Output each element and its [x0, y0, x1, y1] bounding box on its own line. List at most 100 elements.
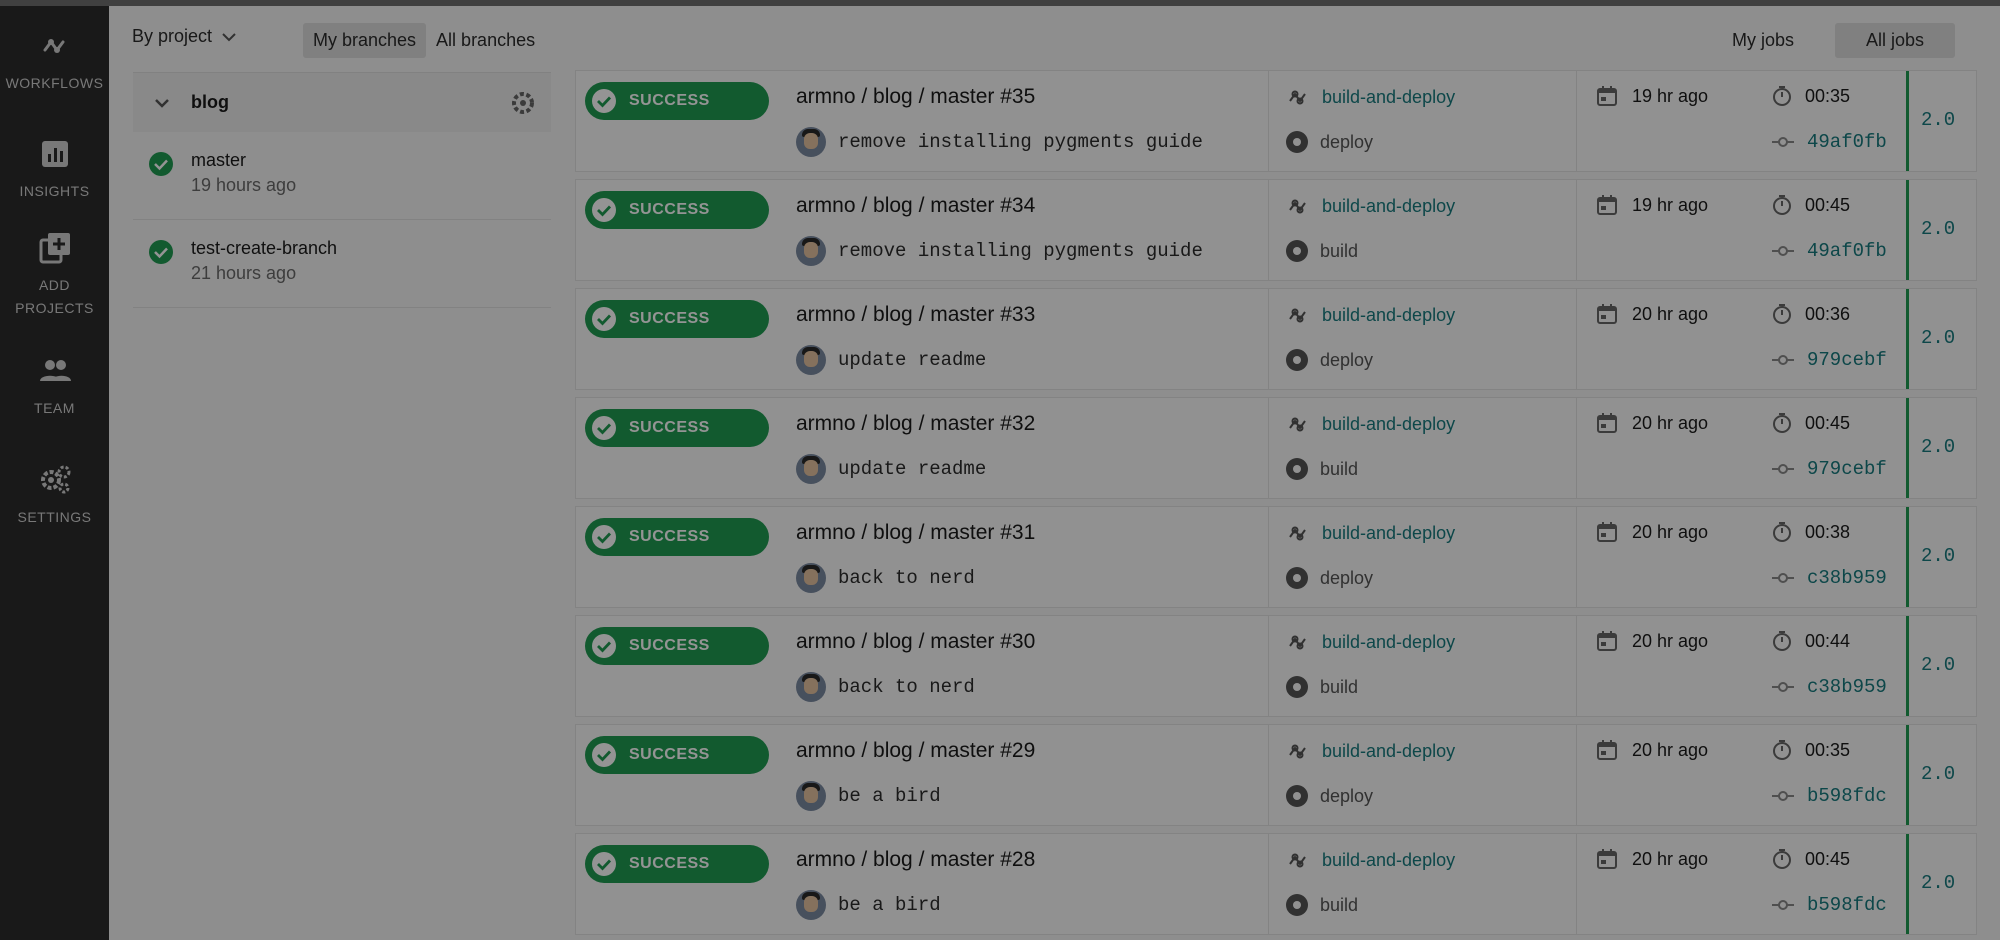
my-jobs-button[interactable]: My jobs — [1701, 23, 1825, 58]
workflow-icon — [1289, 308, 1306, 323]
workflow-link[interactable]: build-and-deploy — [1286, 85, 1455, 109]
commit-sha[interactable]: c38b959 — [1771, 567, 1887, 589]
workflow-link[interactable]: build-and-deploy — [1286, 412, 1455, 436]
all-branches-button[interactable]: All branches — [426, 23, 545, 58]
run-title[interactable]: armno / blog / master #31 — [796, 521, 1035, 545]
nav-item-add-projects[interactable]: ADD PROJECTS — [0, 230, 109, 320]
sha-value[interactable]: b598fdc — [1807, 785, 1887, 807]
run-title[interactable]: armno / blog / master #32 — [796, 412, 1035, 436]
all-jobs-button[interactable]: All jobs — [1834, 23, 1955, 58]
branch-name: master — [191, 150, 247, 170]
project-name: blog — [191, 92, 229, 112]
status-stripe — [1906, 180, 1909, 280]
workflow-run-row[interactable]: SUCCESS armno / blog / master #34 remove… — [575, 179, 1977, 281]
column-divider — [1576, 834, 1577, 934]
workflow-link[interactable]: build-and-deploy — [1286, 194, 1455, 218]
sha-value[interactable]: 49af0fb — [1807, 131, 1887, 153]
nav-item-label: ADD PROJECTS — [15, 277, 94, 316]
commit-sha[interactable]: c38b959 — [1771, 676, 1887, 698]
nav-item-team[interactable]: TEAM — [0, 353, 109, 420]
run-title[interactable]: armno / blog / master #35 — [796, 85, 1035, 109]
workflow-link[interactable]: build-and-deploy — [1286, 739, 1455, 763]
sha-value[interactable]: 979cebf — [1807, 349, 1887, 371]
commit-sha[interactable]: b598fdc — [1771, 785, 1887, 807]
job-info: build — [1286, 676, 1358, 698]
workflow-name[interactable]: build-and-deploy — [1322, 87, 1455, 108]
run-title[interactable]: armno / blog / master #28 — [796, 848, 1035, 872]
status-badge[interactable]: SUCCESS — [585, 736, 769, 774]
project-header[interactable]: blog — [133, 72, 551, 132]
workflow-name[interactable]: build-and-deploy — [1322, 523, 1455, 544]
by-project-dropdown[interactable]: By project — [132, 26, 238, 47]
workflow-name[interactable]: build-and-deploy — [1322, 414, 1455, 435]
workflow-icon — [1289, 199, 1306, 214]
workflow-name[interactable]: build-and-deploy — [1322, 305, 1455, 326]
commit-sha[interactable]: 49af0fb — [1771, 240, 1887, 262]
sha-value[interactable]: c38b959 — [1807, 567, 1887, 589]
workflow-link[interactable]: build-and-deploy — [1286, 521, 1455, 545]
commit-icon — [1772, 355, 1794, 365]
status-badge[interactable]: SUCCESS — [585, 627, 769, 665]
avatar — [796, 890, 826, 920]
workflow-icon — [1289, 853, 1306, 868]
commit-info: remove installing pygments guide — [796, 236, 1203, 266]
duration-value: 00:36 — [1805, 303, 1851, 324]
chevron-down-icon[interactable] — [153, 94, 171, 112]
workflow-name[interactable]: build-and-deploy — [1322, 632, 1455, 653]
workflow-link[interactable]: build-and-deploy — [1286, 848, 1455, 872]
workflow-name[interactable]: build-and-deploy — [1322, 850, 1455, 871]
nav-item-insights[interactable]: INSIGHTS — [0, 136, 109, 203]
workflow-run-row[interactable]: SUCCESS armno / blog / master #31 back t… — [575, 506, 1977, 608]
run-title[interactable]: armno / blog / master #29 — [796, 739, 1035, 763]
run-time-ago: 20 hr ago — [1632, 412, 1709, 433]
status-badge[interactable]: SUCCESS — [585, 845, 769, 883]
commit-sha[interactable]: b598fdc — [1771, 894, 1887, 916]
workflow-link[interactable]: build-and-deploy — [1286, 303, 1455, 327]
workflow-link[interactable]: build-and-deploy — [1286, 630, 1455, 654]
sha-value[interactable]: 49af0fb — [1807, 240, 1887, 262]
nav-item-settings[interactable]: SETTINGS — [0, 462, 109, 529]
workflow-run-row[interactable]: SUCCESS armno / blog / master #33 update… — [575, 288, 1977, 390]
workflow-run-row[interactable]: SUCCESS armno / blog / master #28 be a b… — [575, 833, 1977, 935]
branch-item-test-create-branch[interactable]: test-create-branch 21 hours ago — [133, 220, 551, 308]
run-title[interactable]: armno / blog / master #30 — [796, 630, 1035, 654]
status-badge[interactable]: SUCCESS — [585, 300, 769, 338]
status-stripe — [1906, 398, 1909, 498]
workflow-run-row[interactable]: SUCCESS armno / blog / master #35 remove… — [575, 70, 1977, 172]
sha-value[interactable]: 979cebf — [1807, 458, 1887, 480]
commit-sha[interactable]: 49af0fb — [1771, 131, 1887, 153]
status-badge[interactable]: SUCCESS — [585, 518, 769, 556]
branch-item-master[interactable]: master 19 hours ago — [133, 132, 551, 220]
stopwatch-icon — [1773, 413, 1791, 433]
duration-value: 00:35 — [1805, 739, 1851, 760]
config-version: 2.0 — [1921, 327, 1956, 349]
workflow-run-row[interactable]: SUCCESS armno / blog / master #29 be a b… — [575, 724, 1977, 826]
run-time: 20 hr ago — [1596, 412, 1708, 434]
run-title[interactable]: armno / blog / master #33 — [796, 303, 1035, 327]
my-branches-button[interactable]: My branches — [303, 23, 427, 58]
gear-icon[interactable] — [509, 89, 537, 117]
status-label: SUCCESS — [629, 855, 710, 872]
job-status-icon — [1286, 785, 1308, 807]
commit-sha[interactable]: 979cebf — [1771, 349, 1887, 371]
status-badge[interactable]: SUCCESS — [585, 409, 769, 447]
nav-item-workflows[interactable]: WORKFLOWS — [0, 28, 109, 95]
config-version: 2.0 — [1921, 109, 1956, 131]
status-badge[interactable]: SUCCESS — [585, 191, 769, 229]
workflow-name[interactable]: build-and-deploy — [1322, 196, 1455, 217]
workflow-name[interactable]: build-and-deploy — [1322, 741, 1455, 762]
workflow-run-row[interactable]: SUCCESS armno / blog / master #32 update… — [575, 397, 1977, 499]
success-check-icon — [592, 525, 616, 549]
success-check-icon — [592, 198, 616, 222]
commit-sha[interactable]: 979cebf — [1771, 458, 1887, 480]
run-title[interactable]: armno / blog / master #34 — [796, 194, 1035, 218]
stopwatch-icon — [1773, 195, 1791, 215]
status-badge[interactable]: SUCCESS — [585, 82, 769, 120]
sha-value[interactable]: b598fdc — [1807, 894, 1887, 916]
sha-value[interactable]: c38b959 — [1807, 676, 1887, 698]
status-stripe — [1906, 725, 1909, 825]
job-filter-toggle: My jobs All jobs — [1701, 23, 1955, 58]
workflow-run-row[interactable]: SUCCESS armno / blog / master #30 back t… — [575, 615, 1977, 717]
success-check-icon — [592, 852, 616, 876]
job-status-icon — [1286, 894, 1308, 916]
